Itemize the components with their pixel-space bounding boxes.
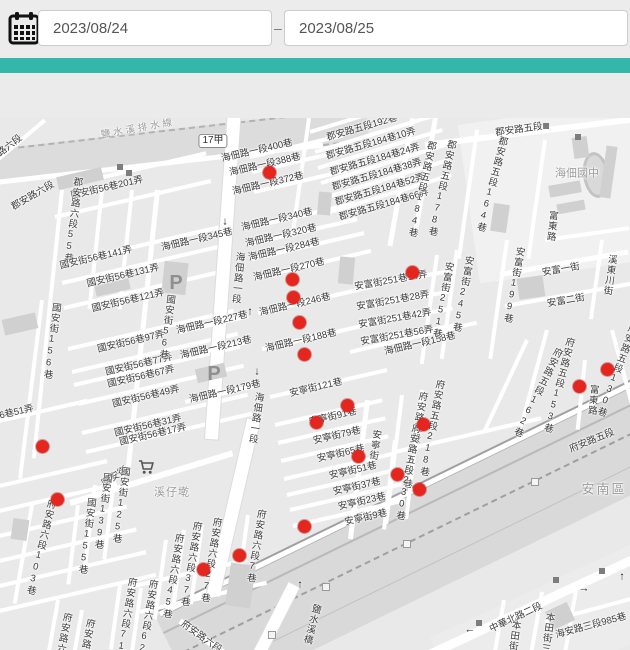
road xyxy=(0,459,108,489)
poi-marker[interactable] xyxy=(263,166,276,179)
poi-marker[interactable] xyxy=(341,399,354,412)
parking-icon: P xyxy=(207,364,220,384)
building xyxy=(2,312,39,335)
poi-marker[interactable] xyxy=(287,291,300,304)
direction-arrow: → xyxy=(579,584,590,595)
street-label: 富東路 xyxy=(586,384,598,416)
date-range-toolbar: – xyxy=(0,0,630,58)
building xyxy=(338,256,355,284)
poi-marker[interactable] xyxy=(601,363,614,376)
powerline-node xyxy=(403,540,411,548)
route-badge: 17甲 xyxy=(198,134,227,148)
powerline-node xyxy=(322,583,330,591)
building xyxy=(11,518,30,541)
building xyxy=(517,275,546,299)
road-stop-square xyxy=(476,620,482,626)
supermarket-cart-icon xyxy=(138,460,154,475)
street-label: 郡安路六段 xyxy=(10,180,56,212)
sub-toolbar xyxy=(0,73,630,119)
direction-arrow: ↓ xyxy=(222,217,228,228)
street-label: 郡安路六段55巷 xyxy=(62,176,82,264)
place-label: 海佃國中 xyxy=(555,169,599,180)
street-label: 海佃路一段 xyxy=(247,391,264,444)
road-stop-square xyxy=(599,568,605,574)
poi-marker[interactable] xyxy=(391,468,404,481)
street-label: 富東路 xyxy=(545,210,558,242)
poi-marker[interactable] xyxy=(573,380,586,393)
app-window: – 鹽水溪排水線路六段17甲郡安路六段國安街56巷201弄郡安路六段55巷國安街… xyxy=(0,0,630,650)
building xyxy=(317,191,332,215)
poi-marker[interactable] xyxy=(233,549,246,562)
end-date-input[interactable] xyxy=(284,10,628,46)
poi-marker[interactable] xyxy=(298,348,311,361)
direction-arrow: ↓ xyxy=(254,367,260,378)
poi-marker[interactable] xyxy=(36,440,49,453)
start-date-input[interactable] xyxy=(38,10,272,46)
accent-bar xyxy=(0,58,630,73)
poi-marker[interactable] xyxy=(298,520,311,533)
road-stop-square xyxy=(126,170,132,176)
poi-marker[interactable] xyxy=(352,450,365,463)
place-label: 溪仔墘 xyxy=(154,488,190,499)
powerline-node xyxy=(268,631,276,639)
direction-arrow: ← xyxy=(465,625,476,636)
place-label: 安南區 xyxy=(581,483,626,496)
direction-arrow: ↑ xyxy=(297,580,303,591)
calendar-icon xyxy=(8,11,40,45)
street-label: 安寧街121巷 xyxy=(289,377,344,398)
road-stop-square xyxy=(117,164,123,170)
poi-marker[interactable] xyxy=(286,273,299,286)
road-stop-square xyxy=(575,134,581,140)
direction-arrow: ↑ xyxy=(247,307,253,318)
map-canvas[interactable]: 鹽水溪排水線路六段17甲郡安路六段國安街56巷201弄郡安路六段55巷國安街56… xyxy=(0,118,630,650)
parking-icon: P xyxy=(169,273,182,293)
poi-marker[interactable] xyxy=(406,266,419,279)
direction-arrow: ↑ xyxy=(619,572,625,583)
street-label: 56巷51弄 xyxy=(0,404,35,422)
poi-marker[interactable] xyxy=(413,483,426,496)
date-range-separator: – xyxy=(274,20,282,36)
poi-marker[interactable] xyxy=(197,563,210,576)
street-label: 海佃路一段 xyxy=(230,251,244,304)
powerline-node xyxy=(531,478,539,486)
poi-marker[interactable] xyxy=(51,493,64,506)
poi-marker[interactable] xyxy=(417,418,430,431)
poi-marker[interactable] xyxy=(293,316,306,329)
road-stop-square xyxy=(553,577,559,583)
road-stop-square xyxy=(543,123,549,129)
poi-marker[interactable] xyxy=(310,416,323,429)
